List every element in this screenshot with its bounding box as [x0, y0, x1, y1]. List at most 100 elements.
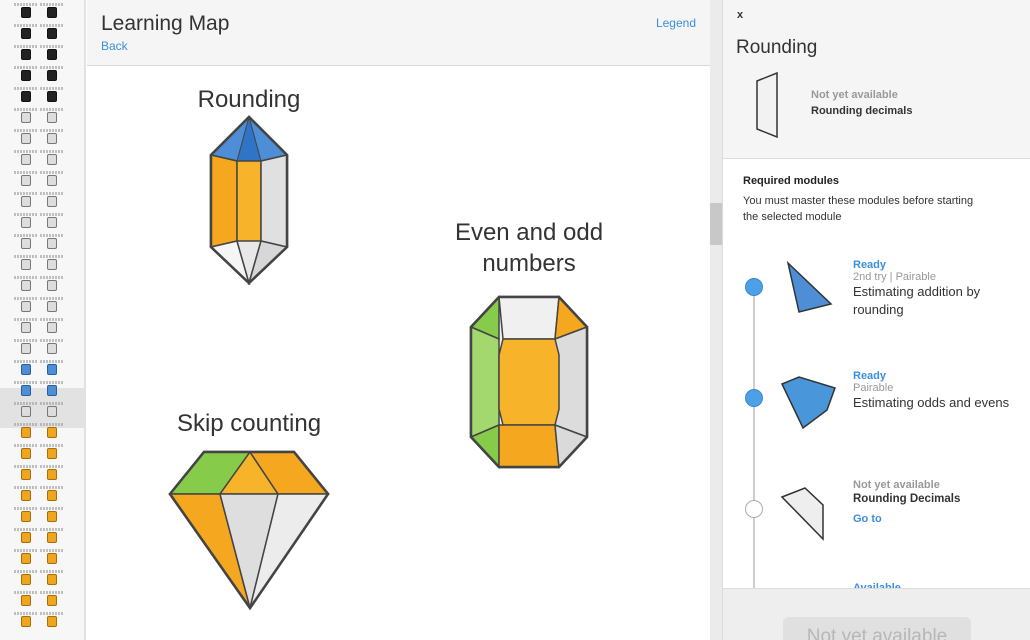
- minimap-thumbnail[interactable]: [34, 129, 70, 144]
- module-skip-counting[interactable]: Skip counting: [164, 408, 334, 610]
- minimap-module-icon: [47, 616, 57, 627]
- minimap-module-icon: [47, 280, 57, 291]
- minimap-thumbnail-label: [40, 360, 64, 363]
- go-to-link[interactable]: Go to: [853, 513, 960, 525]
- module-shape-icon[interactable]: [779, 485, 827, 541]
- minimap-module-icon: [21, 49, 31, 60]
- minimap-thumbnail[interactable]: [34, 444, 70, 459]
- learning-map-app: Learning Map Back Legend Rounding Even a: [0, 0, 1030, 640]
- scroll-handle[interactable]: [710, 203, 722, 245]
- module-status: Ready: [853, 370, 887, 382]
- close-icon[interactable]: x: [737, 9, 743, 21]
- minimap-module-icon: [47, 448, 57, 459]
- minimap-module-icon: [21, 238, 31, 249]
- minimap-module-icon: [47, 406, 57, 417]
- minimap-module-icon: [47, 322, 57, 333]
- required-modules-description: You must master these modules before sta…: [743, 195, 974, 223]
- minimap-thumbnail-label: [40, 45, 64, 48]
- minimap-thumbnail-label: [40, 465, 64, 468]
- minimap-module-icon: [21, 154, 31, 165]
- status-dot-ready: [745, 278, 763, 296]
- panel-header: x Rounding Not yet available Rounding de…: [723, 0, 1030, 159]
- minimap-module-icon: [21, 490, 31, 501]
- minimap-thumbnail-label: [40, 129, 64, 132]
- legend-link[interactable]: Legend: [656, 16, 696, 30]
- minimap-module-icon: [47, 112, 57, 123]
- minimap-module-icon: [21, 553, 31, 564]
- module-even-and-odd-numbers[interactable]: Even and odd numbers: [444, 217, 614, 469]
- minimap-thumbnail[interactable]: [34, 570, 70, 585]
- panel-divider: [710, 0, 722, 640]
- minimap-thumbnail[interactable]: [34, 255, 70, 270]
- minimap-module-icon: [47, 196, 57, 207]
- minimap-thumbnail-label: [40, 171, 64, 174]
- required-module-item[interactable]: Ready 2nd try | Pairable Estimating addi…: [853, 259, 1030, 319]
- module-label: Skip counting: [176, 410, 322, 437]
- minimap-module-icon: [21, 133, 31, 144]
- minimap-module-icon: [47, 7, 57, 18]
- minimap-thumbnail[interactable]: [34, 192, 70, 207]
- minimap-thumbnail[interactable]: [34, 591, 70, 606]
- minimap-module-icon: [21, 70, 31, 81]
- minimap-thumbnail-label: [40, 381, 64, 384]
- emerald-gem-icon: [469, 295, 589, 469]
- minimap-module-icon: [47, 238, 57, 249]
- minimap-thumbnail[interactable]: [34, 3, 70, 18]
- learning-map-minimap[interactable]: [0, 0, 86, 640]
- minimap-thumbnail[interactable]: [34, 486, 70, 501]
- minimap-thumbnail[interactable]: [34, 213, 70, 228]
- back-link[interactable]: Back: [101, 39, 128, 53]
- minimap-thumbnail[interactable]: [34, 549, 70, 564]
- panel-title: Rounding: [736, 37, 818, 58]
- minimap-thumbnail[interactable]: [34, 276, 70, 291]
- minimap-thumbnail-label: [40, 444, 64, 447]
- minimap-thumbnail[interactable]: [34, 507, 70, 522]
- minimap-module-icon: [21, 511, 31, 522]
- minimap-thumbnail[interactable]: [34, 45, 70, 60]
- module-subtitle: 2nd try | Pairable: [853, 271, 936, 283]
- minimap-thumbnail[interactable]: [34, 381, 70, 396]
- minimap-thumbnail[interactable]: [34, 66, 70, 81]
- minimap-module-icon: [47, 49, 57, 60]
- minimap-thumbnail[interactable]: [34, 297, 70, 312]
- minimap-thumbnail[interactable]: [34, 360, 70, 375]
- minimap-module-icon: [47, 259, 57, 270]
- minimap-thumbnail[interactable]: [34, 24, 70, 39]
- minimap-thumbnail[interactable]: [34, 318, 70, 333]
- minimap-thumbnail[interactable]: [34, 87, 70, 102]
- module-shape-icon[interactable]: [785, 260, 833, 314]
- start-module-button[interactable]: Not yet available: [783, 617, 971, 640]
- minimap-thumbnail[interactable]: [34, 150, 70, 165]
- required-module-item[interactable]: Not yet available Rounding Decimals Go t…: [853, 479, 960, 525]
- minimap-module-icon: [21, 364, 31, 375]
- required-module-item[interactable]: Ready Pairable Estimating odds and evens: [853, 370, 1009, 412]
- minimap-thumbnail-label: [40, 423, 64, 426]
- module-shape-icon[interactable]: [779, 374, 837, 430]
- minimap-thumbnail[interactable]: [34, 612, 70, 627]
- minimap-thumbnail-label: [40, 3, 64, 6]
- minimap-module-icon: [21, 91, 31, 102]
- module-rounding[interactable]: Rounding: [174, 84, 324, 285]
- minimap-thumbnail[interactable]: [34, 528, 70, 543]
- selected-status: Not yet available: [811, 89, 898, 101]
- minimap-thumbnail[interactable]: [34, 339, 70, 354]
- minimap-thumbnail[interactable]: [34, 234, 70, 249]
- minimap-thumbnail[interactable]: [34, 465, 70, 480]
- minimap-module-icon: [47, 301, 57, 312]
- minimap-thumbnail-label: [40, 318, 64, 321]
- minimap-module-icon: [47, 490, 57, 501]
- minimap-thumbnail[interactable]: [34, 171, 70, 186]
- minimap-thumbnail[interactable]: [34, 108, 70, 123]
- minimap-thumbnail-label: [40, 255, 64, 258]
- minimap-module-icon: [47, 532, 57, 543]
- minimap-thumbnail-label: [40, 24, 64, 27]
- map-header: Learning Map Back Legend: [87, 0, 710, 66]
- panel-footer: Not yet available: [723, 588, 1030, 640]
- minimap-module-icon: [47, 469, 57, 480]
- minimap-module-icon: [21, 385, 31, 396]
- minimap-thumbnail[interactable]: [34, 402, 70, 417]
- minimap-module-icon: [47, 364, 57, 375]
- minimap-thumbnail[interactable]: [34, 423, 70, 438]
- minimap-thumbnail-label: [40, 234, 64, 237]
- crystal-gem-icon: [209, 115, 289, 285]
